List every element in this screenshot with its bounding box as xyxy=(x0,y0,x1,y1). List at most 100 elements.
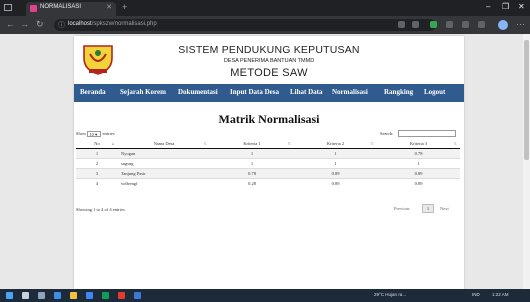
app-icon[interactable] xyxy=(102,292,109,299)
puzzle-icon[interactable] xyxy=(462,21,469,28)
forward-icon[interactable]: → xyxy=(20,19,29,29)
clock[interactable]: 1:22 AM xyxy=(492,292,509,297)
sort-icon: ⇅ xyxy=(203,141,207,146)
url-host: localhost xyxy=(68,21,92,27)
cell-no: 4 xyxy=(76,177,118,188)
col-header-k3[interactable]: Kriteria 3 ⇅ xyxy=(377,139,460,149)
cell-k2: 1 xyxy=(294,157,377,168)
col-header-no[interactable]: No ▲ xyxy=(76,139,118,149)
profile-avatar[interactable] xyxy=(498,20,508,30)
entries-value: 10 xyxy=(89,132,94,137)
close-window-icon[interactable]: ✕ xyxy=(518,2,525,11)
method-title: METODE SAW xyxy=(230,67,308,79)
page-1-button[interactable]: 1 xyxy=(422,204,434,213)
task-view-icon[interactable] xyxy=(38,292,45,299)
cell-nama: sngsng xyxy=(118,157,210,168)
maximize-icon[interactable]: ❐ xyxy=(502,2,509,11)
cell-k1: 1 xyxy=(210,157,294,168)
page-viewport: SISTEM PENDUKUNG KEPUTUSAN DESA PENERIMA… xyxy=(0,34,530,289)
cell-nama: Tanjung Pasir xyxy=(118,167,210,178)
url-text: localhost/spkszw/normalisasi.php xyxy=(68,21,157,27)
entries-select[interactable]: 10 ▾ xyxy=(87,131,102,137)
browser-tab[interactable]: NORMALISASI ✕ xyxy=(26,2,116,16)
cell-no: 1 xyxy=(76,147,118,158)
sidebar-icon[interactable] xyxy=(478,21,485,28)
tab-favicon-icon xyxy=(30,5,37,12)
weather-widget[interactable]: 29°C Hujan ra... xyxy=(374,292,406,297)
table-row: 3 Tanjung Pasir 0.78 0.89 0.89 xyxy=(76,167,460,178)
nav-normalisasi[interactable]: Normalisasi xyxy=(332,88,368,96)
col-label: Kriteria 2 xyxy=(326,140,345,146)
cell-k2: 0.89 xyxy=(294,167,377,178)
page-title: Matrik Normalisasi xyxy=(218,112,320,126)
normalization-table: No ▲ Nama Desa ⇅ Kriteria 1 ⇅ Kriteria 2 ⇅ K… xyxy=(76,139,460,188)
minimize-icon[interactable]: – xyxy=(486,2,490,11)
url-path: /spkszw/normalisasi.php xyxy=(91,21,157,27)
col-label: Kriteria 3 xyxy=(409,140,428,146)
next-button[interactable]: Next xyxy=(440,206,449,211)
nav-lihat-data[interactable]: Lihat Data xyxy=(290,88,322,96)
app-icon[interactable] xyxy=(54,292,61,299)
extension-icon[interactable] xyxy=(430,21,437,28)
table-row: 2 sngsng 1 1 1 xyxy=(76,157,460,168)
cell-k2: 1 xyxy=(294,147,377,158)
cell-k3: 0.78 xyxy=(377,147,460,158)
cell-no: 2 xyxy=(76,157,118,168)
nav-beranda[interactable]: Beranda xyxy=(80,88,106,96)
table-row: 1 Nyogan 1 1 0.78 xyxy=(76,147,460,158)
tab-close-icon[interactable]: ✕ xyxy=(106,3,112,11)
extension-icon[interactable] xyxy=(446,21,453,28)
sort-icon: ⇅ xyxy=(370,141,374,146)
os-taskbar: 29°C Hujan ra... IND 1:22 AM xyxy=(0,289,530,302)
cell-k1: 1 xyxy=(210,147,294,158)
app-title: SISTEM PENDUKUNG KEPUTUSAN xyxy=(178,44,360,56)
cell-no: 3 xyxy=(76,167,118,178)
sort-icon: ⇅ xyxy=(287,141,291,146)
previous-button[interactable]: Previous xyxy=(394,206,410,211)
col-label: Nama Desa xyxy=(153,140,175,146)
cell-k3: 1 xyxy=(377,157,460,168)
col-header-nama[interactable]: Nama Desa ⇅ xyxy=(118,139,210,149)
chrome-icon[interactable] xyxy=(86,292,93,299)
nav-logout[interactable]: Logout xyxy=(424,88,445,96)
cell-nama: Nyogan xyxy=(118,147,210,158)
main-nav: Beranda Sejarah Korem Dokumentasi Input … xyxy=(74,84,464,102)
file-explorer-icon[interactable] xyxy=(70,292,77,299)
cell-k3: 0.89 xyxy=(377,167,460,178)
sort-icon: ▲ xyxy=(111,141,115,146)
entries-label: entries xyxy=(102,131,115,137)
language-indicator[interactable]: IND xyxy=(472,292,480,297)
address-bar[interactable]: ⓘ localhost/spkszw/normalisasi.php xyxy=(54,19,436,31)
col-header-k1[interactable]: Kriteria 1 ⇅ xyxy=(210,139,294,149)
site-info-icon[interactable]: ⓘ xyxy=(58,20,65,30)
nav-input-data-desa[interactable]: Input Data Desa xyxy=(230,88,279,96)
app-icon[interactable] xyxy=(118,292,125,299)
cell-k1: 0.28 xyxy=(210,177,294,188)
show-label: Show xyxy=(76,131,87,137)
tab-title: NORMALISASI xyxy=(40,4,82,10)
back-icon[interactable]: ← xyxy=(6,19,15,29)
browser-tab-bar: NORMALISASI ✕ + – ❐ ✕ xyxy=(0,0,530,16)
cell-k2: 0.89 xyxy=(294,177,377,188)
new-tab-icon[interactable]: + xyxy=(122,2,127,12)
scroll-thumb[interactable] xyxy=(524,40,529,160)
search-icon[interactable] xyxy=(22,292,29,299)
col-label: No xyxy=(94,140,100,146)
app-subtitle: DESA PENERIMA BANTUAN TMMD xyxy=(223,58,315,64)
start-icon[interactable] xyxy=(6,292,13,299)
more-menu-icon[interactable]: ⋯ xyxy=(516,19,525,30)
sort-icon: ⇅ xyxy=(453,141,457,146)
translate-icon[interactable] xyxy=(398,21,405,28)
search-label: Search: xyxy=(380,131,394,136)
reload-icon[interactable]: ↻ xyxy=(36,19,44,30)
page-scrollbar[interactable] xyxy=(523,34,530,289)
nav-rangking[interactable]: Rangking xyxy=(384,88,413,96)
star-icon[interactable] xyxy=(412,21,419,28)
search-input[interactable] xyxy=(398,130,456,137)
col-header-k2[interactable]: Kriteria 2 ⇅ xyxy=(294,139,377,149)
nav-sejarah-korem[interactable]: Sejarah Korem xyxy=(120,88,166,96)
nav-dokumentasi[interactable]: Dokumentasi xyxy=(178,88,218,96)
browser-toolbar: ← → ↻ ⓘ localhost/spkszw/normalisasi.php… xyxy=(0,16,530,34)
window-menu-icon[interactable] xyxy=(4,4,12,11)
app-icon[interactable] xyxy=(134,292,141,299)
